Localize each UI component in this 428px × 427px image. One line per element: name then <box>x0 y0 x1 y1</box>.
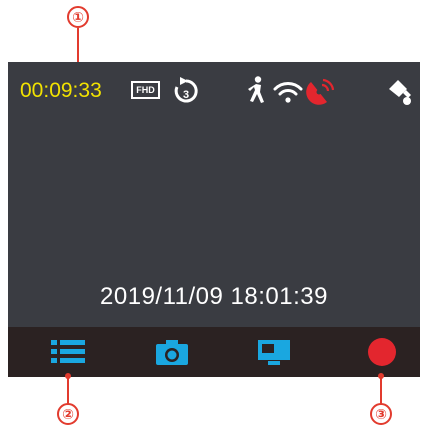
photo-button[interactable] <box>142 327 202 377</box>
monitor-icon <box>258 340 290 365</box>
callout-2-line <box>67 376 69 404</box>
record-icon <box>368 338 396 366</box>
resolution-badge: FHD <box>131 81 160 99</box>
record-button[interactable] <box>352 327 412 377</box>
loop-minutes: 3 <box>183 89 189 101</box>
camera-icon <box>156 340 188 365</box>
camera-screen: 00:09:33 FHD 3 2019/11/09 18:01:39 <box>8 62 420 327</box>
camera-mount-icon <box>389 80 411 105</box>
gps-icon <box>306 78 335 105</box>
playback-button[interactable] <box>244 327 304 377</box>
motion-detection-icon <box>248 76 264 103</box>
loop-recording-icon: 3 <box>174 77 198 103</box>
recording-time: 00:09:33 <box>20 79 102 102</box>
callout-2: ② <box>57 403 79 425</box>
wifi-icon <box>273 82 303 103</box>
list-icon <box>51 340 85 363</box>
callout-3-line <box>380 376 382 404</box>
callout-1: ① <box>67 6 89 28</box>
menu-button[interactable] <box>38 327 98 377</box>
bottom-toolbar <box>8 327 420 377</box>
callout-1-line <box>77 28 79 66</box>
callout-3: ③ <box>370 403 392 425</box>
date-time-stamp: 2019/11/09 18:01:39 <box>100 283 328 310</box>
